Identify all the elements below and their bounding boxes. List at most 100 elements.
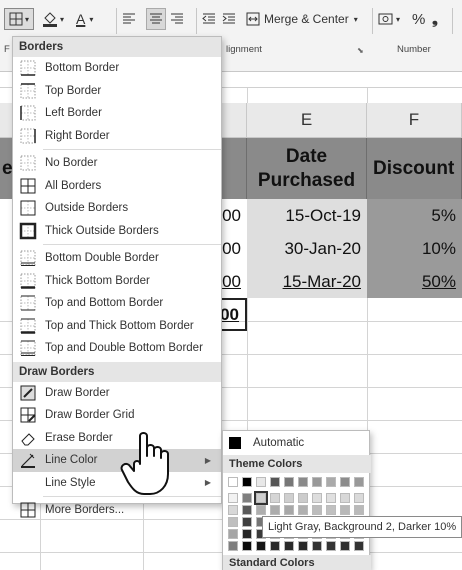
comma-style-button[interactable]: ❟ — [432, 8, 446, 30]
color-swatch[interactable] — [284, 505, 294, 515]
draw-border-grid-icon — [20, 407, 36, 423]
align-center-button[interactable] — [146, 8, 166, 30]
align-right-button[interactable] — [170, 8, 190, 30]
color-swatch[interactable] — [326, 477, 336, 487]
color-swatch[interactable] — [326, 541, 336, 551]
color-swatch[interactable] — [242, 493, 252, 503]
borders-dropdown-button[interactable]: ▾ — [4, 8, 34, 30]
color-swatch[interactable] — [242, 529, 252, 539]
column-header-f[interactable]: F — [367, 103, 462, 138]
color-swatch[interactable] — [354, 493, 364, 503]
color-swatch[interactable] — [270, 505, 280, 515]
color-swatch[interactable] — [256, 541, 266, 551]
border-top-icon — [20, 83, 36, 99]
border-menu-item[interactable]: Thick Outside Borders — [13, 220, 221, 243]
border-menu-item[interactable]: Top and Double Bottom Border — [13, 337, 221, 360]
color-swatch[interactable] — [354, 541, 364, 551]
dialog-launcher-icon[interactable]: ⬊ — [357, 46, 364, 55]
draw-menu-item[interactable]: Draw Border — [13, 382, 221, 405]
header-cell-discount[interactable]: Discount — [367, 138, 462, 199]
color-swatch[interactable] — [270, 541, 280, 551]
cell-discount-row2[interactable]: 10% — [367, 232, 462, 265]
border-menu-item[interactable]: Bottom Border — [13, 57, 221, 80]
color-swatch[interactable] — [228, 493, 238, 503]
border-menu-item[interactable]: No Border — [13, 152, 221, 175]
color-swatch[interactable] — [340, 541, 350, 551]
header-cell-date-purchased[interactable]: Date Purchased — [247, 138, 367, 199]
border-menu-item[interactable]: All Borders — [13, 175, 221, 198]
cell-date-row1[interactable]: 15-Oct-19 — [247, 199, 367, 232]
border-menu-item[interactable]: Top and Thick Bottom Border — [13, 315, 221, 338]
cell-date-row2[interactable]: 30-Jan-20 — [247, 232, 367, 265]
color-swatch[interactable] — [228, 529, 238, 539]
color-swatch[interactable] — [254, 491, 268, 505]
color-swatch[interactable] — [284, 477, 294, 487]
border-menu-item[interactable]: Bottom Double Border — [13, 247, 221, 270]
color-swatch[interactable] — [298, 541, 308, 551]
border-bottom-icon-wrapper — [19, 59, 37, 77]
border-menu-item[interactable]: Right Border — [13, 125, 221, 148]
color-swatch[interactable] — [256, 505, 266, 515]
automatic-color-option[interactable]: Automatic — [223, 431, 371, 455]
eraser-icon — [21, 433, 35, 446]
color-swatch[interactable] — [340, 505, 350, 515]
draw-menu-item[interactable]: More Borders... — [13, 499, 221, 522]
border-menu-item[interactable]: Outside Borders — [13, 197, 221, 220]
color-swatch[interactable] — [354, 477, 364, 487]
color-swatch[interactable] — [228, 477, 238, 487]
font-color-button[interactable]: A ▾ — [76, 8, 108, 30]
color-swatch[interactable] — [270, 477, 280, 487]
color-swatch[interactable] — [242, 517, 252, 527]
color-swatch[interactable] — [270, 493, 280, 503]
cell-discount-row3[interactable]: 50% — [367, 265, 462, 298]
border-menu-item[interactable]: Thick Bottom Border — [13, 270, 221, 293]
line-color-submenu: Automatic Theme Colors Standard Colors — [222, 430, 371, 570]
color-swatch[interactable] — [284, 541, 294, 551]
color-swatch[interactable] — [298, 477, 308, 487]
decrease-indent-icon — [202, 13, 215, 24]
color-swatch[interactable] — [298, 505, 308, 515]
decrease-indent-button[interactable] — [202, 8, 220, 30]
draw-menu-item[interactable]: Line Style ▶ — [13, 472, 221, 495]
color-swatch[interactable] — [228, 517, 238, 527]
align-left-button[interactable] — [122, 8, 142, 30]
menu-item-label: Bottom Border — [45, 62, 120, 75]
cell-date-row3[interactable]: 15-Mar-20 — [247, 265, 367, 298]
color-swatch[interactable] — [326, 493, 336, 503]
color-swatch[interactable] — [340, 477, 350, 487]
increase-indent-button[interactable] — [222, 8, 240, 30]
column-header-e[interactable]: E — [247, 103, 367, 138]
merge-cells-icon — [246, 12, 260, 26]
color-swatch[interactable] — [256, 477, 266, 487]
border-menu-item[interactable]: Top Border — [13, 80, 221, 103]
color-swatch[interactable] — [312, 477, 322, 487]
color-swatch[interactable] — [326, 505, 336, 515]
draw-menu-item[interactable]: Draw Border Grid — [13, 404, 221, 427]
border-menu-item[interactable]: Top and Bottom Border — [13, 292, 221, 315]
draw-menu-item[interactable]: Erase Border — [13, 427, 221, 450]
merge-center-button[interactable]: Merge & Center ▾ — [246, 8, 366, 30]
color-swatch[interactable] — [242, 477, 252, 487]
color-swatch[interactable] — [298, 493, 308, 503]
border-top-bottom-icon — [20, 295, 36, 311]
accounting-format-button[interactable]: ▾ — [378, 8, 408, 30]
fill-color-button[interactable]: ▾ — [42, 8, 72, 30]
standard-colors-header: Standard Colors — [223, 555, 371, 570]
color-swatch[interactable] — [242, 505, 252, 515]
border-thick-outside-icon — [19, 222, 37, 239]
borders-dropdown-menu: Borders Bottom Border Top Border Left Bord… — [12, 36, 222, 518]
color-swatch[interactable] — [284, 493, 294, 503]
draw-menu-item[interactable]: Line Color ▶ — [13, 449, 221, 472]
chevron-down-icon: ▾ — [60, 14, 65, 24]
color-swatch[interactable] — [312, 541, 322, 551]
color-swatch[interactable] — [312, 493, 322, 503]
color-swatch[interactable] — [228, 541, 238, 551]
cell-discount-row1[interactable]: 5% — [367, 199, 462, 232]
color-swatch[interactable] — [312, 505, 322, 515]
color-swatch[interactable] — [354, 505, 364, 515]
color-swatch[interactable] — [242, 541, 252, 551]
color-swatch[interactable] — [340, 493, 350, 503]
color-swatch[interactable] — [228, 505, 238, 515]
percent-style-button[interactable]: % — [412, 8, 428, 30]
border-menu-item[interactable]: Left Border — [13, 102, 221, 125]
